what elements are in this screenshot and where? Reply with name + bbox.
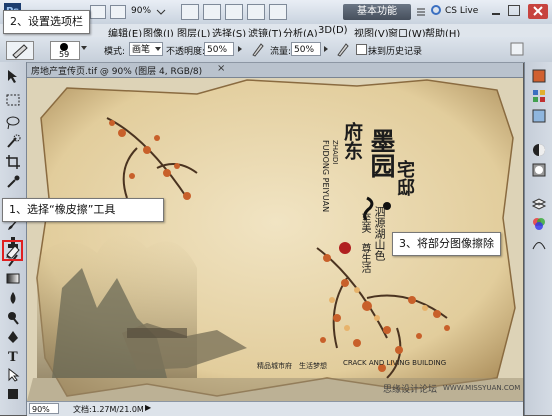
chevron-down-icon <box>154 42 163 56</box>
document-size: 文档:1.27M/21.0M <box>73 405 144 414</box>
arrange-documents-icon[interactable] <box>247 4 265 20</box>
move-tool-icon[interactable] <box>5 68 21 84</box>
artwork-bottom-cn-1: 精品城市府 <box>257 362 292 370</box>
pen-tool-icon[interactable] <box>5 329 21 345</box>
flow-field[interactable]: 50% <box>291 42 321 56</box>
erase-to-history-checkbox[interactable] <box>356 44 367 55</box>
cs-live-icon <box>431 5 441 15</box>
artwork-title-1: 府东 <box>341 122 363 160</box>
minimize-icon[interactable] <box>490 6 502 17</box>
chevron-right-icon[interactable] <box>236 42 245 56</box>
callout-step-1: 1、选择“橡皮擦”工具 <box>2 198 164 222</box>
panel-dock <box>524 62 552 415</box>
gradient-tool-icon[interactable] <box>5 270 21 286</box>
svg-text:T: T <box>8 350 18 364</box>
options-bar: 59 模式: 画笔 不透明度: 50% 流量: 50% 抹到历史记录 <box>0 37 552 63</box>
tool-preset-picker[interactable] <box>6 41 34 60</box>
artwork-slogan-3: 尊生活 <box>359 243 370 273</box>
zoom-view-icon[interactable] <box>203 4 221 20</box>
channels-panel-icon[interactable] <box>531 216 547 232</box>
screen-mode-icon[interactable] <box>269 4 287 20</box>
workspace-menu-icon[interactable] <box>416 6 426 18</box>
paths-panel-icon[interactable] <box>531 236 547 252</box>
callout-step-2: 2、设置选项栏 <box>3 10 90 34</box>
airbrush-icon[interactable] <box>335 41 349 57</box>
erase-to-history-label: 抹到历史记录 <box>368 47 423 57</box>
document-title: 房地产宣传页.tif @ 90% (图层 4, RGB/8) <box>31 67 203 77</box>
quick-select-tool-icon[interactable] <box>5 134 21 150</box>
tablet-opacity-icon[interactable] <box>250 41 264 57</box>
brush-preset-picker[interactable]: 59 <box>50 41 80 60</box>
type-tool-icon[interactable]: T <box>5 348 21 365</box>
lasso-tool-icon[interactable] <box>5 114 21 130</box>
status-menu-icon[interactable]: ▶ <box>145 403 151 412</box>
adjustments-panel-icon[interactable] <box>531 142 547 158</box>
watermark-text: 思缘设计论坛 <box>383 385 438 395</box>
workspace-button[interactable]: 基本功能 <box>343 4 411 20</box>
artwork-bottom-cn-2: 生活梦想 <box>299 362 327 370</box>
path-select-tool-icon[interactable] <box>5 367 21 383</box>
chevron-down-icon[interactable] <box>156 5 166 17</box>
marquee-tool-icon[interactable] <box>5 92 21 108</box>
styles-panel-icon[interactable] <box>531 108 547 124</box>
menu-3d[interactable]: 3D(D) <box>318 25 348 36</box>
color-panel-icon[interactable] <box>531 68 547 84</box>
close-tab-icon[interactable]: × <box>217 63 225 74</box>
layers-panel-icon[interactable] <box>531 196 547 212</box>
callout-step-3: 3、将部分图像擦除 <box>392 232 501 256</box>
bridge-icon[interactable] <box>90 5 106 19</box>
close-icon[interactable] <box>528 4 548 19</box>
masks-panel-icon[interactable] <box>531 162 547 178</box>
brush-panel-icon[interactable] <box>510 42 524 56</box>
document-tab[interactable]: 房地产宣传页.tif @ 90% (图层 4, RGB/8) × <box>23 63 523 78</box>
eyedropper-tool-icon[interactable] <box>5 174 21 190</box>
zoom-field[interactable]: 90% <box>29 403 59 414</box>
opacity-field[interactable]: 50% <box>204 42 234 56</box>
shape-tool-icon[interactable] <box>5 386 21 402</box>
opacity-label: 不透明度: <box>166 47 206 57</box>
tools-panel: T <box>0 62 27 415</box>
eraser-tool-icon[interactable] <box>5 243 21 259</box>
dodge-tool-icon[interactable] <box>5 310 21 326</box>
chevron-down-icon[interactable] <box>80 43 88 53</box>
cs-live-button[interactable]: CS Live <box>445 6 478 16</box>
crop-tool-icon[interactable] <box>5 154 21 170</box>
artwork-pinyin-2: ZHAIDI <box>331 140 339 165</box>
hand-view-icon[interactable] <box>181 4 199 20</box>
blur-tool-icon[interactable] <box>5 290 21 306</box>
artwork-slogan-1: 泗源湖山色 <box>373 206 386 261</box>
rotate-view-icon[interactable] <box>225 4 243 20</box>
artwork-pinyin: FUDONG PEIYUAN <box>321 140 330 213</box>
artwork-bottom-en: CRACK AND LIVING BUILDING <box>343 359 447 367</box>
status-bar: 90% 文档:1.27M/21.0M ▶ <box>27 401 523 416</box>
flow-label: 流量: <box>270 47 292 57</box>
maximize-icon[interactable] <box>508 5 520 16</box>
watermark-url: WWW.MISSYUAN.COM <box>443 384 521 392</box>
zoom-level-select[interactable]: 90% <box>131 6 151 16</box>
mini-bridge-icon[interactable] <box>110 5 126 19</box>
artwork-title-3: 宅邸 <box>394 160 415 196</box>
swatches-panel-icon[interactable] <box>531 88 547 104</box>
chevron-right-icon[interactable] <box>322 42 331 56</box>
artwork-slogan-2: 至美 <box>359 213 370 233</box>
mode-label: 模式: <box>104 47 126 57</box>
brush-size-value: 59 <box>59 50 70 59</box>
eraser-preset-icon <box>12 44 28 59</box>
